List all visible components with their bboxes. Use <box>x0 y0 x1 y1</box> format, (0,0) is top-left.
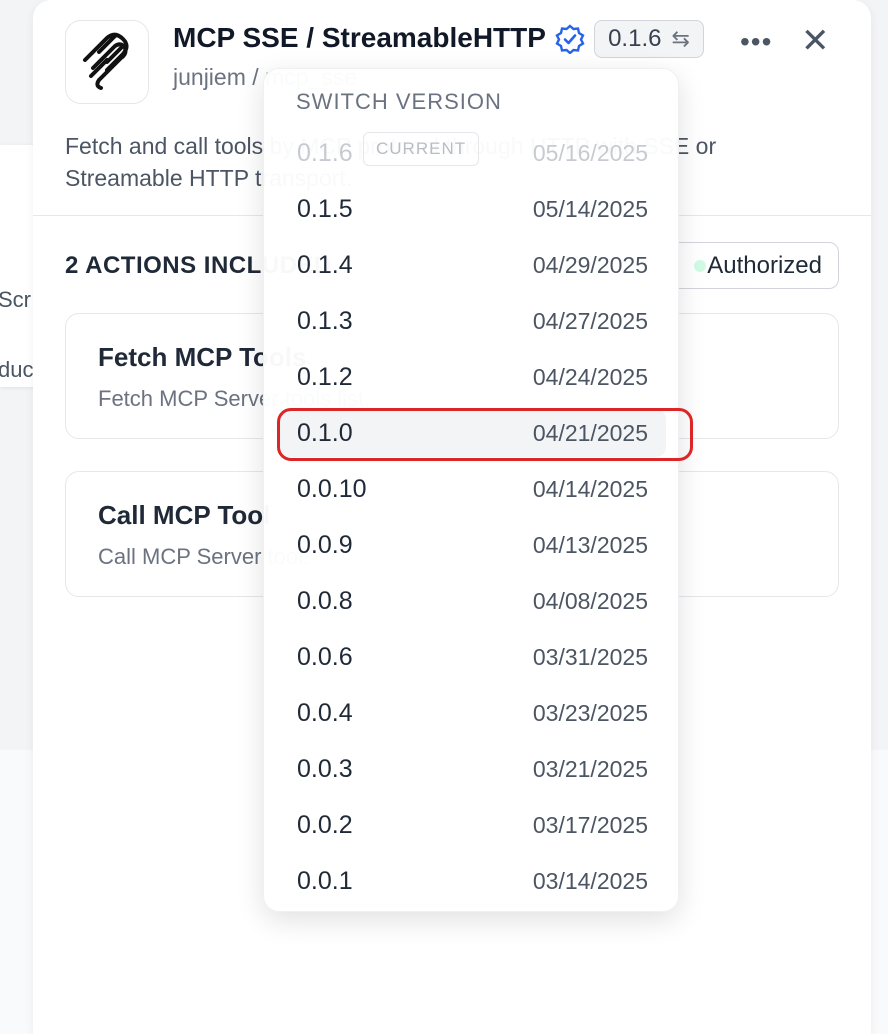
close-icon[interactable]: ✕ <box>801 24 830 58</box>
version-date: 04/29/2025 <box>532 252 648 278</box>
version-option[interactable]: 0.1.4 04/29/2025 <box>278 241 666 289</box>
swap-arrows-icon: ⇆ <box>671 26 690 51</box>
version-option[interactable]: 0.0.3 03/21/2025 <box>278 745 666 793</box>
more-icon[interactable]: ••• <box>740 26 772 58</box>
version-date: 03/23/2025 <box>532 700 648 726</box>
version-date: 04/24/2025 <box>532 364 648 390</box>
version-option[interactable]: 0.1.5 05/14/2025 <box>278 185 666 233</box>
version-date: 05/14/2025 <box>532 196 648 222</box>
background-card-text: Scr <box>0 287 31 312</box>
authorized-label: Authorized <box>707 251 822 279</box>
version-date: 03/31/2025 <box>532 644 648 670</box>
version-option[interactable]: 0.0.10 04/14/2025 <box>278 465 666 513</box>
version-option[interactable]: 0.1.3 04/27/2025 <box>278 297 666 345</box>
dropdown-header: SWITCH VERSION <box>296 89 502 114</box>
mcp-logo-icon <box>65 20 149 104</box>
version-option[interactable]: 0.0.1 03/14/2025 <box>278 857 666 905</box>
version-number: 0.0.8 <box>297 587 353 615</box>
version-number: 0.1.6 <box>297 139 353 167</box>
version-number: 0.1.4 <box>297 251 353 279</box>
version-option[interactable]: 0.0.9 04/13/2025 <box>278 521 666 569</box>
version-date: 03/17/2025 <box>532 812 648 838</box>
version-number: 0.0.3 <box>297 755 353 783</box>
version-number: 0.0.10 <box>297 475 367 503</box>
version-number: 0.0.9 <box>297 531 353 559</box>
version-date: 04/08/2025 <box>532 588 648 614</box>
current-badge: CURRENT <box>363 132 480 166</box>
version-date: 03/21/2025 <box>532 756 648 782</box>
version-number: 0.0.4 <box>297 699 353 727</box>
version-date: 04/13/2025 <box>532 532 648 558</box>
version-number: 0.0.2 <box>297 811 353 839</box>
version-date: 04/27/2025 <box>532 308 648 334</box>
version-option[interactable]: 0.0.2 03/17/2025 <box>278 801 666 849</box>
authorized-button[interactable]: Authorized <box>661 242 839 289</box>
version-option[interactable]: 0.1.2 04/24/2025 <box>278 353 666 401</box>
version-number: 0.1.5 <box>297 195 353 223</box>
version-number: 0.1.3 <box>297 307 353 335</box>
version-switch-button[interactable]: 0.1.6 ⇆ <box>594 20 704 58</box>
version-number: 0.1.2 <box>297 363 353 391</box>
version-option[interactable]: 0.0.8 04/08/2025 <box>278 577 666 625</box>
background-card-text: duc <box>0 357 34 382</box>
version-option[interactable]: 0.0.4 03/23/2025 <box>278 689 666 737</box>
version-option-current: 0.1.6 CURRENT 05/16/2025 <box>278 129 666 177</box>
pink-logo-icon <box>0 187 14 251</box>
status-dot-icon <box>694 260 706 272</box>
version-dropdown: SWITCH VERSION 0.1.6 CURRENT 05/16/2025 … <box>263 68 679 912</box>
highlight-annotation <box>277 408 693 461</box>
current-version-label: 0.1.6 <box>608 25 662 52</box>
version-number: 0.0.1 <box>297 867 353 895</box>
plugin-title: MCP SSE / StreamableHTTP <box>173 22 546 53</box>
version-option[interactable]: 0.0.6 03/31/2025 <box>278 633 666 681</box>
verified-badge-icon <box>555 24 585 54</box>
version-date: 05/16/2025 <box>532 140 648 166</box>
version-number: 0.0.6 <box>297 643 353 671</box>
action-title: Call MCP Tool <box>98 500 271 530</box>
version-date: 04/14/2025 <box>532 476 648 502</box>
version-date: 03/14/2025 <box>532 868 648 894</box>
